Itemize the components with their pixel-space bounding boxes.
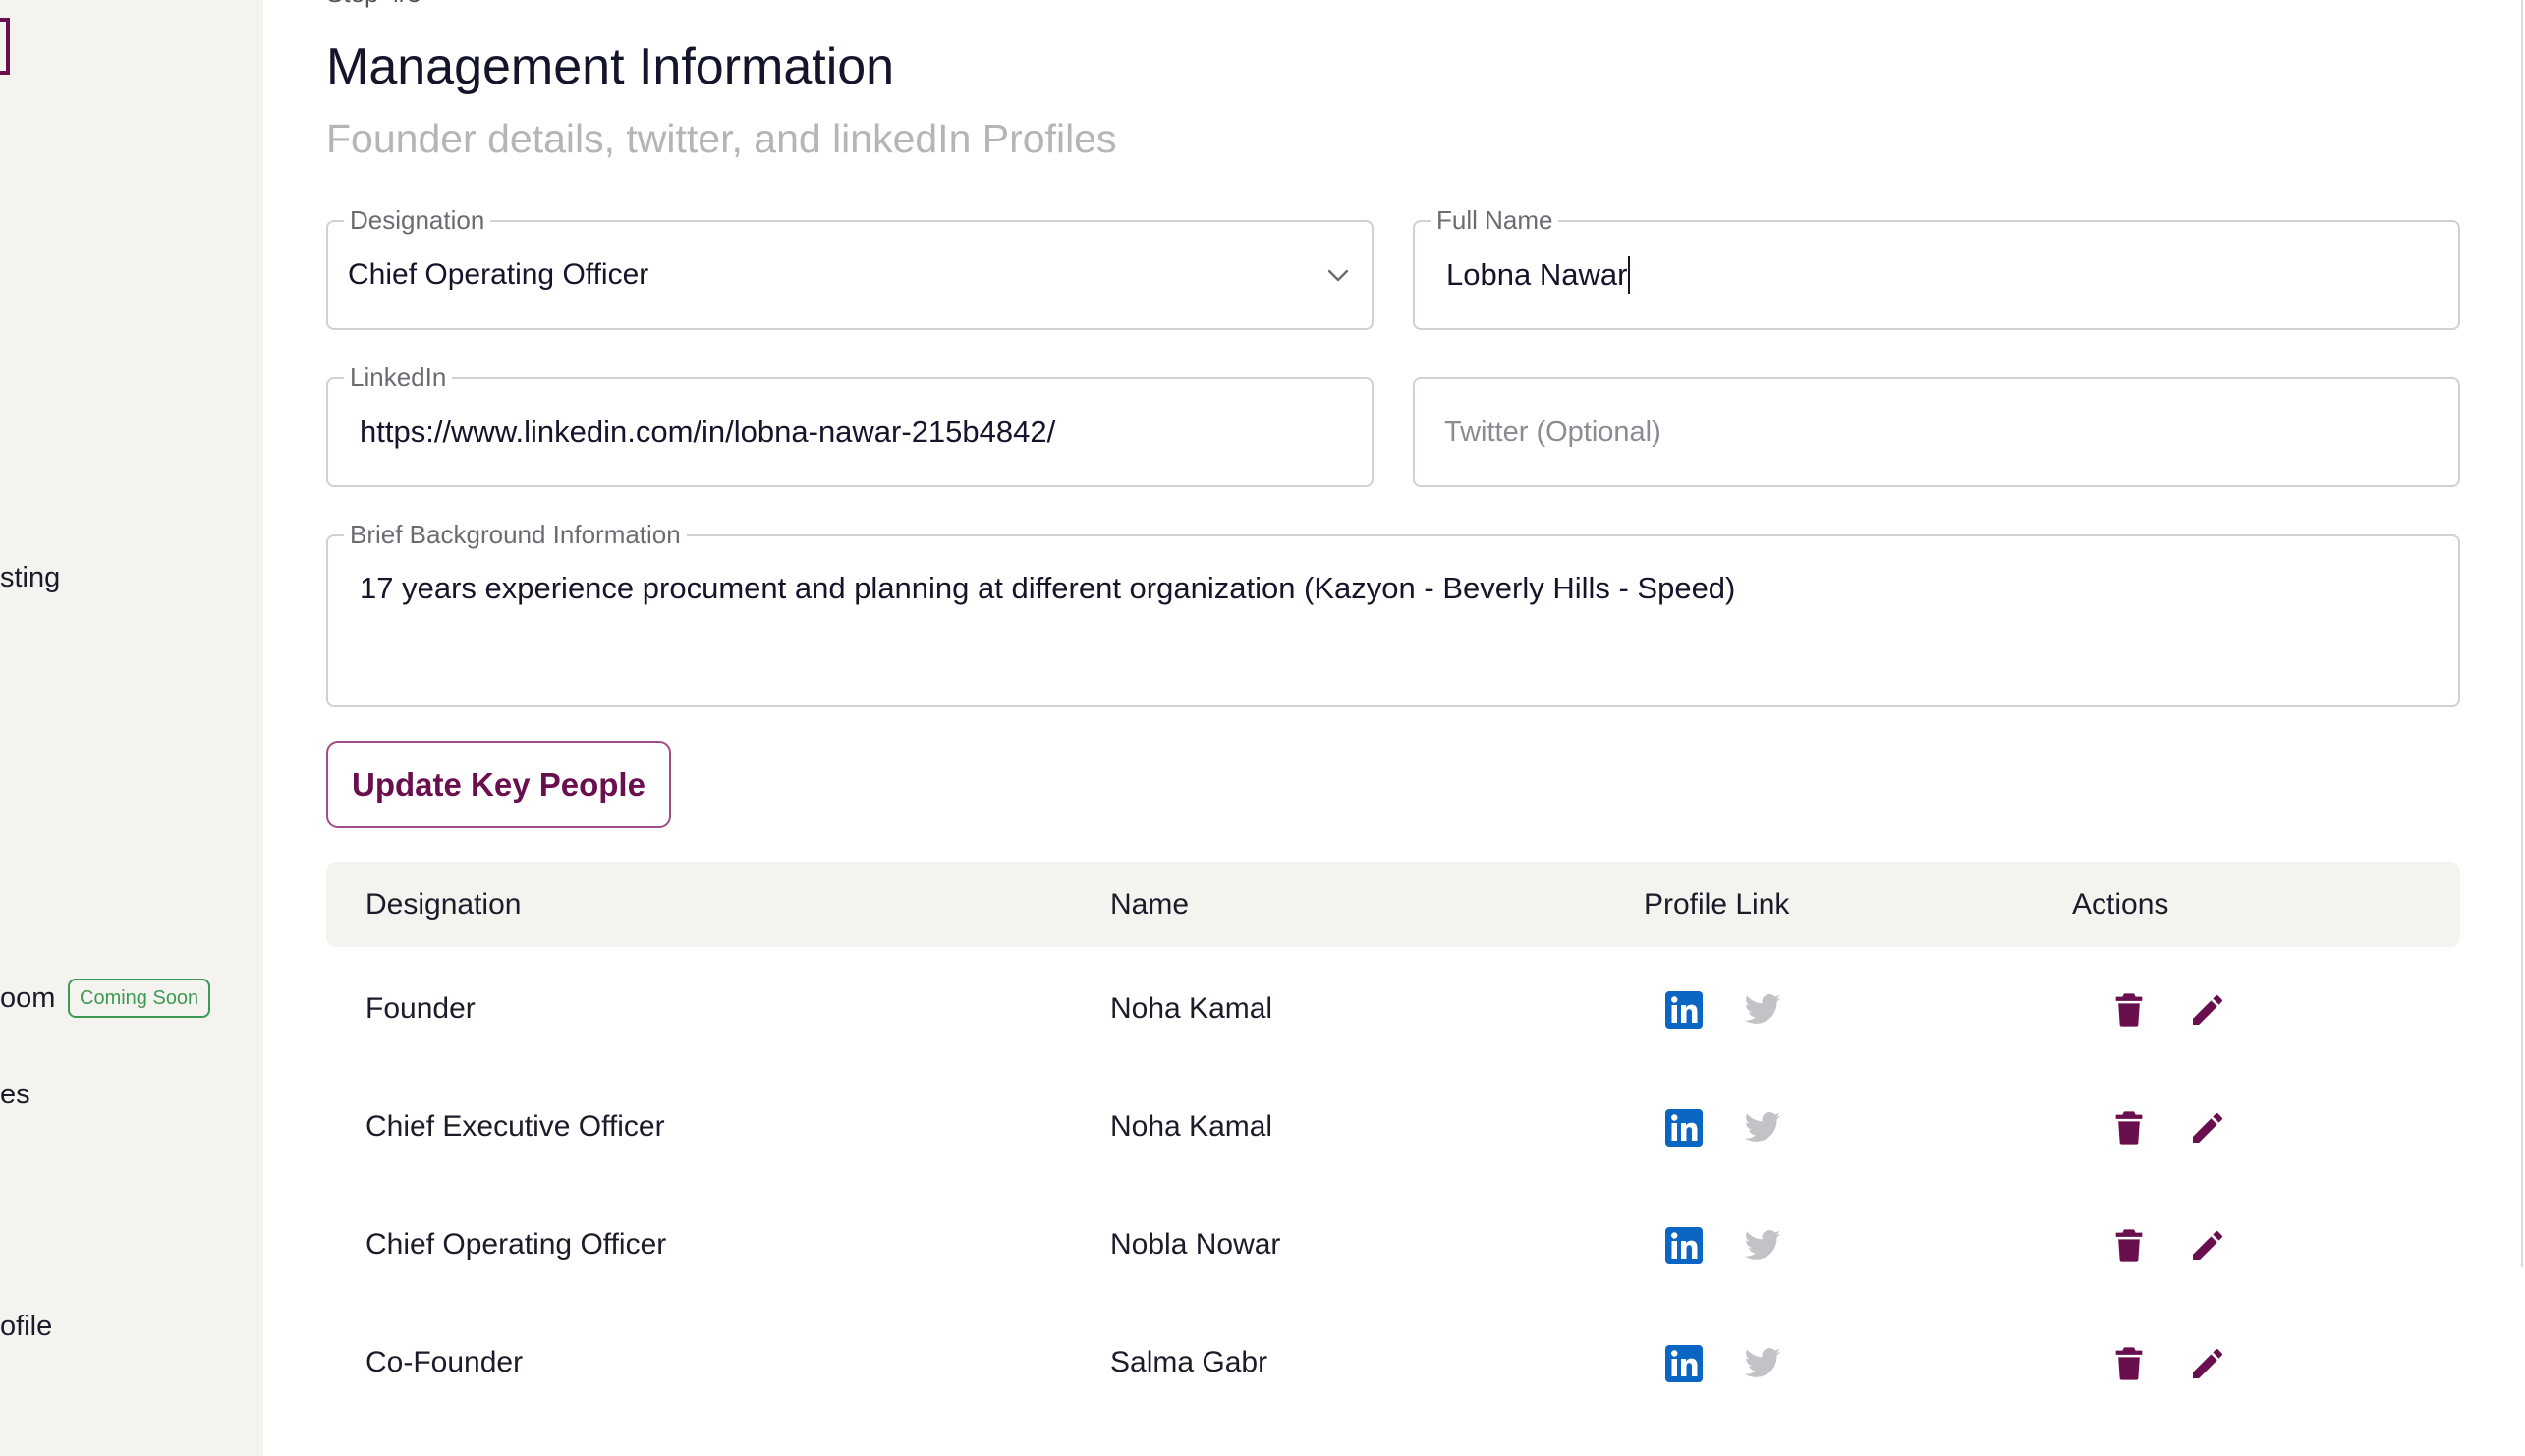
- pencil-icon[interactable]: [2188, 1344, 2227, 1383]
- twitter-field[interactable]: Twitter (Optional): [1413, 377, 2460, 487]
- background-label: Brief Background Information: [344, 520, 687, 549]
- text-cursor: [1628, 256, 1631, 294]
- update-key-people-button[interactable]: Update Key People: [326, 741, 671, 828]
- coming-soon-badge: Coming Soon: [68, 979, 211, 1018]
- full-name-input-text: Lobna Nawar: [1446, 222, 2439, 328]
- table-row: Chief Executive Officer Noha Kamal: [326, 1073, 2460, 1181]
- background-textarea[interactable]: Brief Background Information 17 years ex…: [326, 520, 2460, 707]
- trash-icon[interactable]: [2109, 990, 2149, 1030]
- row-name: Salma Gabr: [1110, 1346, 1268, 1378]
- sidebar-item-data-room[interactable]: oom: [0, 982, 55, 1015]
- page-subtitle: Founder details, twitter, and linkedIn P…: [326, 116, 1117, 161]
- twitter-icon[interactable]: [1743, 1226, 1782, 1265]
- sidebar-selected-item-frame[interactable]: [0, 18, 10, 75]
- sidebar-item-profile[interactable]: ofile: [0, 1311, 52, 1343]
- twitter-icon[interactable]: [1743, 990, 1782, 1030]
- table-row: Founder Noha Kamal: [326, 955, 2460, 1063]
- scrollbar-track[interactable]: [2521, 0, 2523, 1267]
- linkedin-icon[interactable]: [1664, 1108, 1704, 1148]
- page-title: Management Information: [326, 38, 895, 95]
- column-header-name: Name: [1110, 888, 1190, 921]
- table-header: Designation Name Profile Link Actions: [326, 862, 2460, 947]
- row-name: Noha Kamal: [1110, 992, 1273, 1025]
- row-designation: Founder: [365, 992, 476, 1025]
- twitter-icon[interactable]: [1743, 1108, 1782, 1148]
- column-header-profile-link: Profile Link: [1644, 888, 1790, 921]
- twitter-placeholder: Twitter (Optional): [1444, 416, 1661, 448]
- row-designation: Chief Executive Officer: [365, 1110, 665, 1143]
- linkedin-field[interactable]: LinkedIn https://www.linkedin.com/in/lob…: [326, 363, 1374, 487]
- sidebar-item-updates[interactable]: es: [0, 1079, 30, 1111]
- row-name: Noha Kamal: [1110, 1110, 1273, 1143]
- background-value: 17 years experience procument and planni…: [360, 571, 1736, 605]
- full-name-field[interactable]: Full Name Lobna Nawar: [1413, 205, 2460, 330]
- linkedin-value: https://www.linkedin.com/in/lobna-nawar-…: [360, 415, 1056, 449]
- full-name-value: Lobna Nawar: [1446, 257, 1628, 292]
- table-row: Co-Founder Salma Gabr: [326, 1309, 2460, 1417]
- trash-icon[interactable]: [2109, 1108, 2149, 1148]
- linkedin-icon[interactable]: [1664, 1226, 1704, 1265]
- linkedin-icon[interactable]: [1664, 990, 1704, 1030]
- designation-value: Chief Operating Officer: [348, 258, 649, 291]
- linkedin-icon[interactable]: [1664, 1344, 1704, 1383]
- column-header-designation: Designation: [365, 888, 522, 921]
- pencil-icon[interactable]: [2188, 1108, 2227, 1148]
- sidebar: sting oom Coming Soon es ofile: [0, 0, 263, 1456]
- designation-select[interactable]: Designation Chief Operating Officer: [326, 205, 1374, 330]
- row-name: Nobla Nowar: [1110, 1228, 1281, 1260]
- sidebar-item-listing[interactable]: sting: [0, 562, 60, 594]
- chevron-down-icon[interactable]: [1326, 263, 1350, 287]
- row-designation: Co-Founder: [365, 1346, 524, 1378]
- trash-icon[interactable]: [2109, 1344, 2149, 1383]
- trash-icon[interactable]: [2109, 1226, 2149, 1265]
- table-row: Chief Operating Officer Nobla Nowar: [326, 1191, 2460, 1299]
- pencil-icon[interactable]: [2188, 1226, 2227, 1265]
- twitter-icon[interactable]: [1743, 1344, 1782, 1383]
- column-header-actions: Actions: [2072, 888, 2169, 921]
- pencil-icon[interactable]: [2188, 990, 2227, 1030]
- step-indicator: Step 4/5: [326, 0, 421, 9]
- row-designation: Chief Operating Officer: [365, 1228, 667, 1260]
